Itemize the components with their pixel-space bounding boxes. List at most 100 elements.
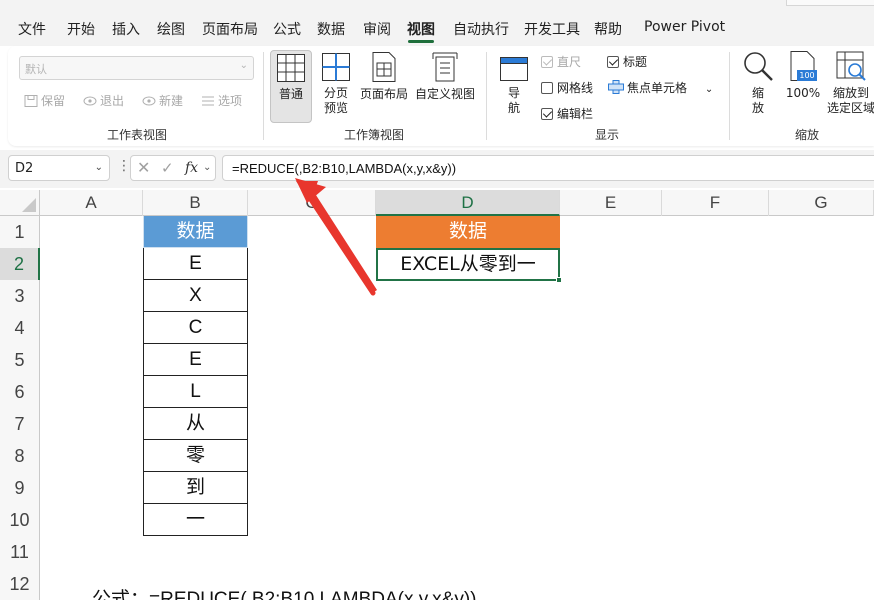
row-header-10[interactable]: 10: [0, 504, 40, 536]
cancel-icon[interactable]: ✕: [137, 158, 150, 177]
ruler-label: 直尺: [557, 55, 582, 69]
normal-view-button[interactable]: 普通: [270, 50, 312, 123]
show-group-label: 显示: [595, 128, 620, 142]
workbook-views-group-label: 工作簿视图: [344, 128, 405, 142]
custom-views-button[interactable]: 自定义视图: [414, 50, 476, 102]
fill-handle[interactable]: [556, 277, 562, 283]
navigation-label-2: 航: [507, 101, 520, 115]
tab-view[interactable]: 视图: [407, 19, 435, 39]
row-header-12[interactable]: 12: [0, 568, 40, 600]
chevron-down-icon[interactable]: ⌄: [203, 162, 211, 173]
tab-developer[interactable]: 开发工具: [524, 19, 580, 39]
formula-note: 公式：=REDUCE(,B2:B10,LAMBDA(x,y,x&y)): [92, 589, 477, 600]
column-header-d[interactable]: D: [376, 190, 560, 216]
tab-help[interactable]: 帮助: [594, 19, 622, 39]
row-header-5[interactable]: 5: [0, 344, 40, 376]
column-header-e[interactable]: E: [560, 190, 662, 216]
column-header-c[interactable]: C: [248, 190, 376, 216]
select-all-button[interactable]: [0, 190, 40, 216]
cell-b2[interactable]: E: [143, 248, 248, 280]
formula-input[interactable]: =REDUCE(,B2:B10,LAMBDA(x,y,x&y)): [222, 155, 874, 181]
zoom-100-label: 100%: [785, 86, 821, 100]
cell-b7[interactable]: 从: [143, 408, 248, 440]
focus-cell-button[interactable]: 焦点单元格 ⌄: [608, 79, 713, 96]
navigation-label-1: 导: [507, 86, 520, 100]
exit-view-button: 退出: [83, 92, 124, 109]
page-layout-button[interactable]: 页面布局: [358, 50, 410, 102]
normal-view-label: 普通: [278, 87, 303, 101]
tab-file[interactable]: 文件: [18, 19, 46, 39]
row-header-6[interactable]: 6: [0, 376, 40, 408]
window-edge-box: [786, 0, 874, 6]
page-break-preview-button[interactable]: 分页 预览: [318, 50, 354, 116]
insert-function-icon[interactable]: fx: [185, 160, 198, 176]
zoom-label-2: 放: [751, 101, 764, 115]
row-header-4[interactable]: 4: [0, 312, 40, 344]
row-header-7[interactable]: 7: [0, 408, 40, 440]
row-header-1[interactable]: 1: [0, 216, 40, 248]
checkbox-box: [541, 108, 553, 120]
cell-b5[interactable]: E: [143, 344, 248, 376]
ruler-checkbox[interactable]: 直尺: [541, 53, 581, 70]
chevron-down-icon[interactable]: ⌄: [705, 84, 713, 95]
cell-b10[interactable]: 一: [143, 504, 248, 536]
page-break-icon: [322, 53, 350, 81]
chevron-down-icon: ⌄: [239, 60, 248, 71]
formula-text: =REDUCE(,B2:B10,LAMBDA(x,y,x&y)): [232, 161, 457, 176]
more-options-icon[interactable]: ⋮: [117, 158, 131, 174]
zoom-label-1: 缩: [751, 86, 764, 100]
eye-exit-icon: [83, 96, 97, 106]
tab-draw[interactable]: 绘图: [157, 19, 185, 39]
cell-d1-header[interactable]: 数据: [376, 216, 560, 248]
headings-checkbox[interactable]: 标题: [607, 53, 647, 70]
gridlines-checkbox[interactable]: 网格线: [541, 79, 593, 96]
sheet-view-value: 默认: [25, 63, 47, 76]
sheet-view-group-label: 工作表视图: [107, 128, 168, 142]
row-header-2[interactable]: 2: [0, 248, 40, 280]
tab-home[interactable]: 开始: [67, 19, 95, 39]
chevron-down-icon[interactable]: ⌄: [95, 162, 103, 173]
formula-bar-checkbox[interactable]: 编辑栏: [541, 105, 593, 122]
tab-review[interactable]: 审阅: [363, 19, 391, 39]
name-box[interactable]: D2 ⌄: [8, 155, 110, 181]
page-break-label-2: 预览: [323, 101, 348, 115]
sheet-view-select: 默认 ⌄: [19, 56, 254, 80]
zoom-to-selection-button[interactable]: 缩放到 选定区域: [826, 50, 874, 116]
row-header-11[interactable]: 11: [0, 536, 40, 568]
cell-b6[interactable]: L: [143, 376, 248, 408]
tab-power-pivot[interactable]: Power Pivot: [644, 19, 725, 35]
keep-label: 保留: [41, 94, 66, 108]
eye-new-icon: [142, 96, 156, 106]
zoom-100-button[interactable]: 100 100%: [784, 50, 822, 101]
zoom-button[interactable]: 缩 放: [740, 50, 776, 116]
column-header-f[interactable]: F: [662, 190, 769, 216]
tab-insert[interactable]: 插入: [112, 19, 140, 39]
save-icon: [24, 95, 38, 107]
column-header-a[interactable]: A: [40, 190, 143, 216]
cell-b8[interactable]: 零: [143, 440, 248, 472]
new-label: 新建: [159, 94, 184, 108]
cell-b1-header[interactable]: 数据: [143, 216, 248, 248]
cell-b3[interactable]: X: [143, 280, 248, 312]
tab-formulas[interactable]: 公式: [273, 19, 301, 39]
enter-icon[interactable]: ✓: [161, 159, 174, 177]
options-label: 选项: [218, 94, 243, 108]
navigation-button[interactable]: 导 航: [496, 50, 532, 116]
cell-b9[interactable]: 到: [143, 472, 248, 504]
tab-page-layout[interactable]: 页面布局: [202, 19, 258, 39]
cell-b4[interactable]: C: [143, 312, 248, 344]
column-header-g[interactable]: G: [769, 190, 874, 216]
custom-views-label: 自定义视图: [414, 87, 475, 101]
column-header-b[interactable]: B: [143, 190, 248, 216]
name-box-value: D2: [15, 161, 34, 176]
row-header-8[interactable]: 8: [0, 440, 40, 472]
row-header-3[interactable]: 3: [0, 280, 40, 312]
zoom-group-label: 缩放: [795, 128, 820, 142]
row-header-9[interactable]: 9: [0, 472, 40, 504]
tab-automate[interactable]: 自动执行: [453, 19, 509, 39]
zoom-100-badge: 100: [797, 70, 817, 81]
cell-d2-selected[interactable]: EXCEL从零到一: [376, 248, 562, 283]
tab-data[interactable]: 数据: [317, 19, 345, 39]
magnifier-icon: [744, 52, 773, 81]
cell-d2-value: EXCEL从零到一: [400, 253, 536, 275]
